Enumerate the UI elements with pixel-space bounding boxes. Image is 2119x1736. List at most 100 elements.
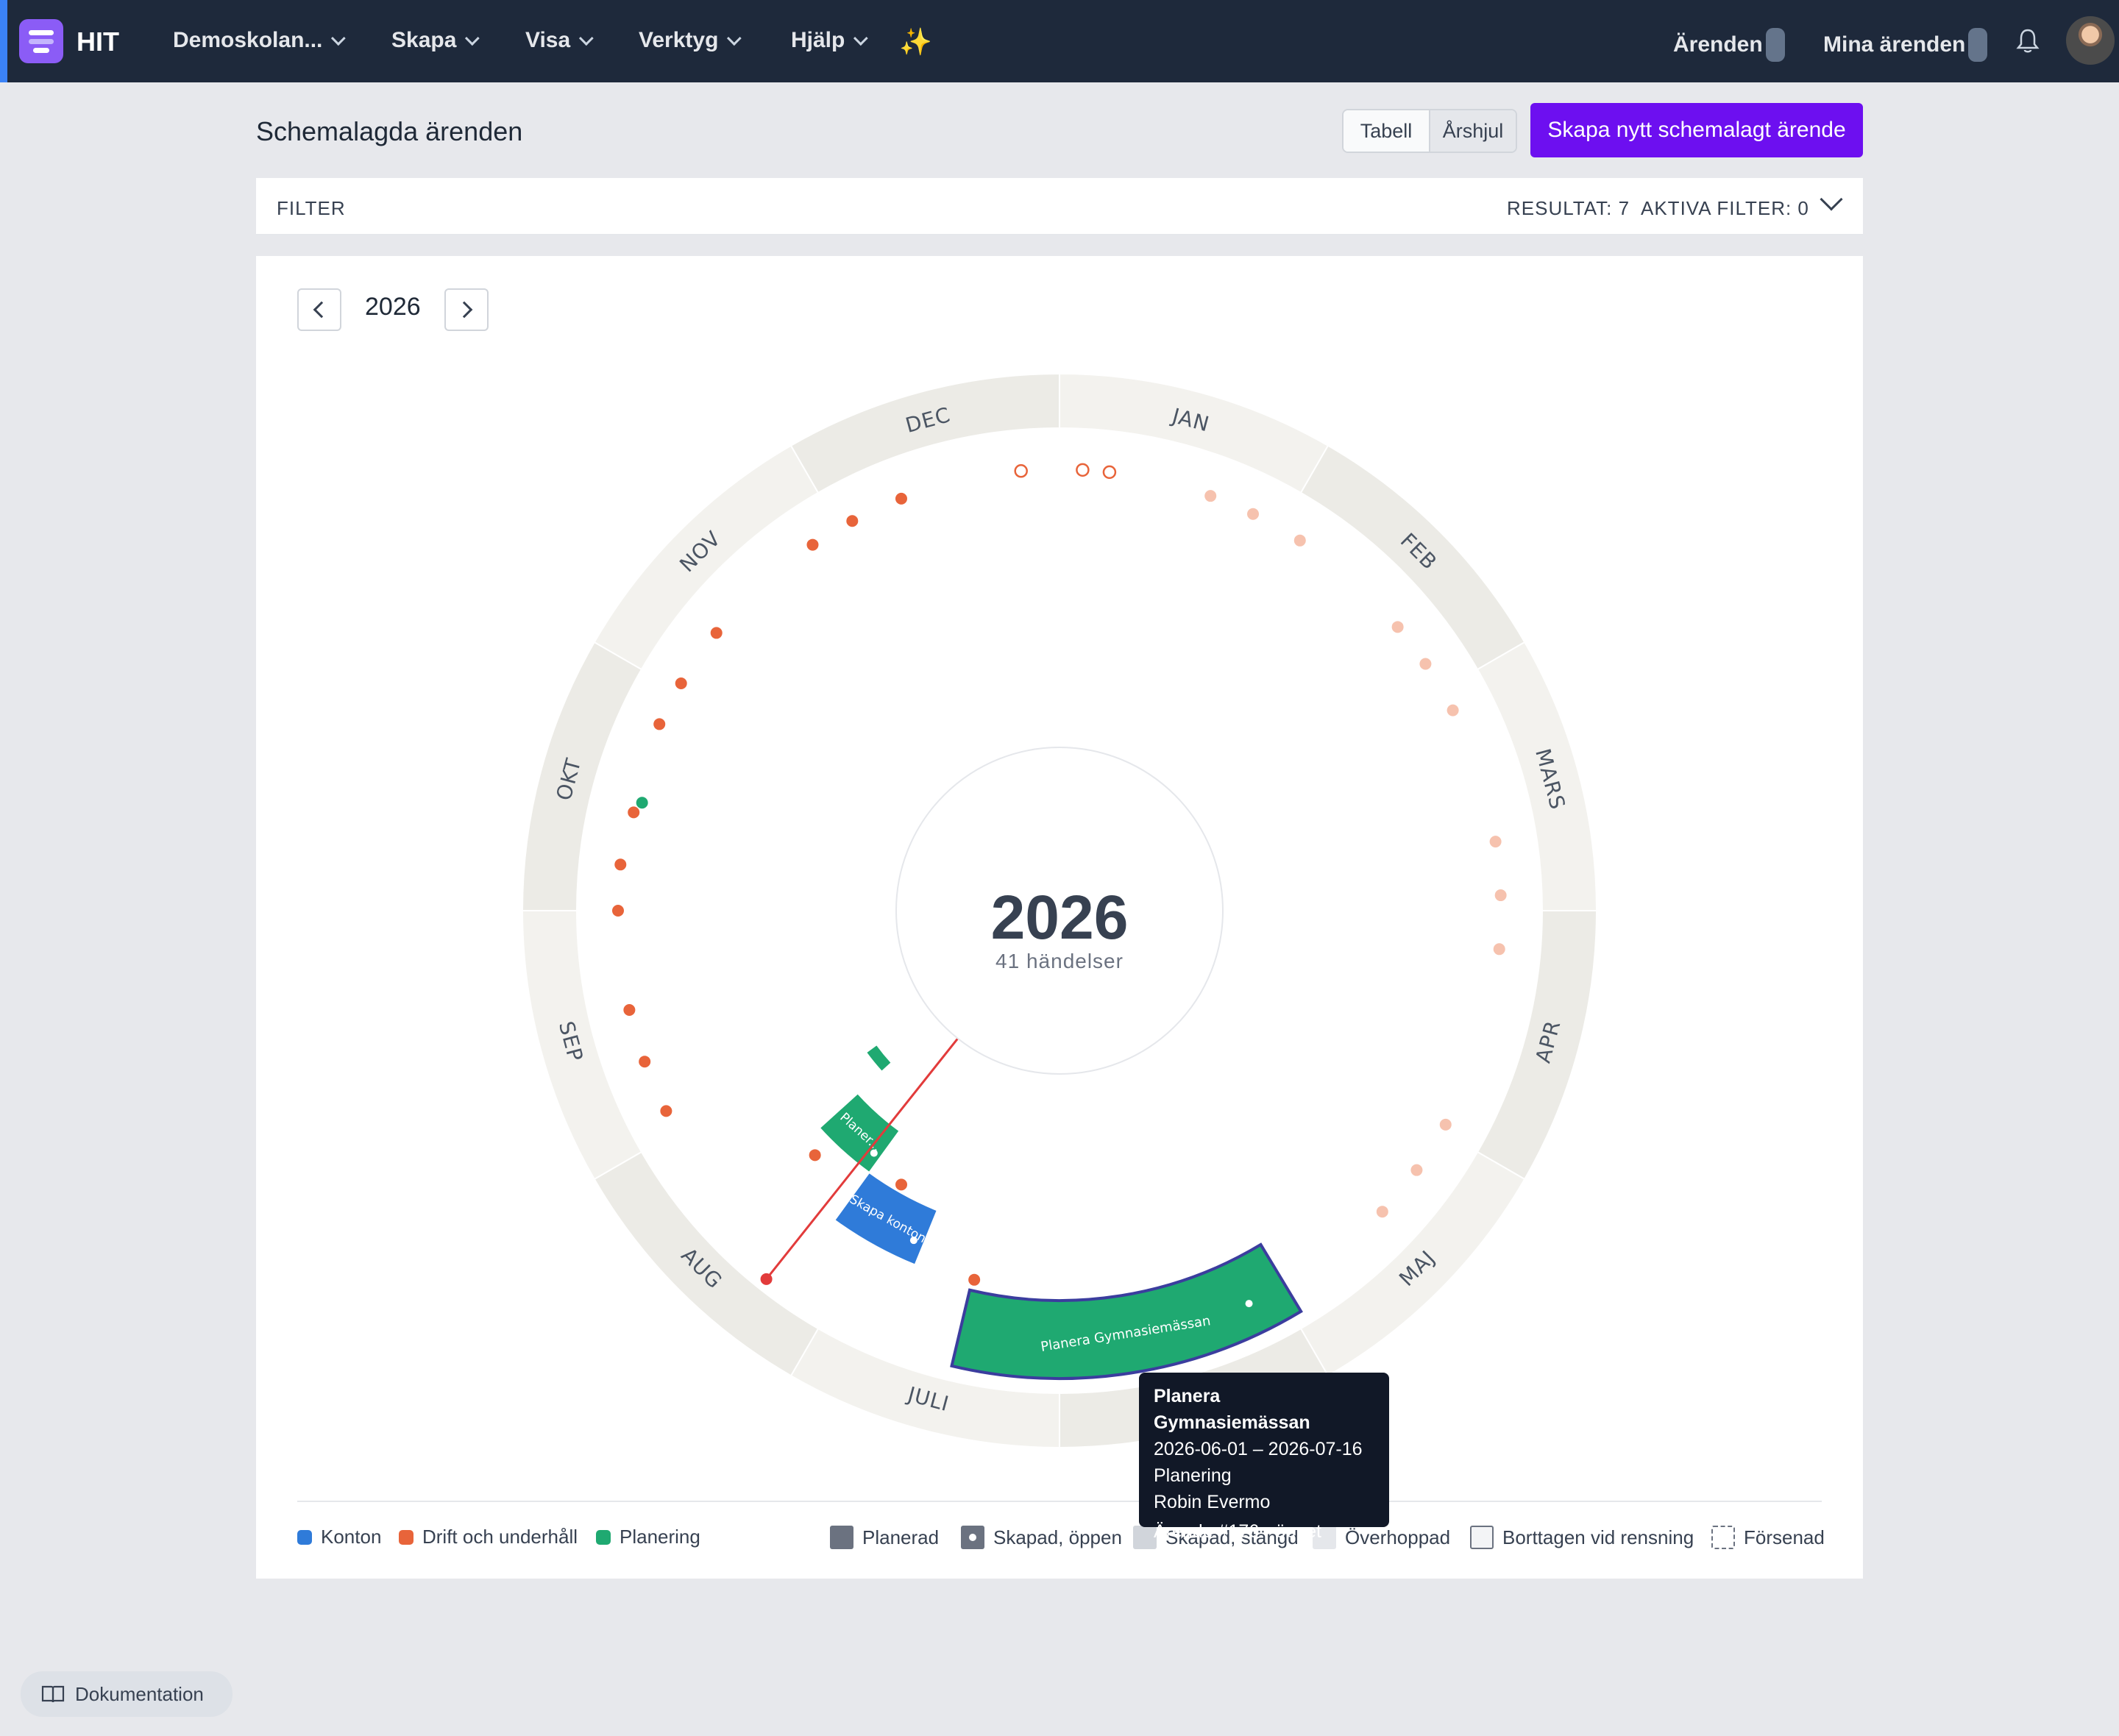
chevron-down-icon[interactable] <box>1820 188 1843 211</box>
event-dot[interactable] <box>1493 943 1505 956</box>
open-status-dot <box>1245 1300 1253 1308</box>
event-dot[interactable] <box>1439 1118 1452 1131</box>
legend-swatch <box>961 1526 984 1549</box>
event-dot[interactable] <box>710 627 723 639</box>
today-line <box>765 1037 959 1280</box>
bell-icon[interactable] <box>2016 28 2040 54</box>
nav-arenden[interactable]: Ärenden <box>1673 28 1785 62</box>
legend-label: Planerad <box>862 1526 940 1548</box>
nav-mina-arenden[interactable]: Mina ärenden <box>1823 28 1988 62</box>
view-toggle: Tabell Årshjul <box>1342 109 1517 153</box>
event-dot[interactable] <box>639 1056 651 1068</box>
result-count: RESULTAT: 7 <box>1507 197 1630 219</box>
sparkle-icon[interactable]: ✨ <box>899 26 932 57</box>
legend-konton: Konton <box>297 1526 381 1548</box>
tooltip-reference: Ärende #176 · öppet <box>1154 1521 1321 1542</box>
event-dot[interactable] <box>1293 534 1306 547</box>
event-dot[interactable] <box>660 1105 672 1117</box>
event-dot[interactable] <box>1489 836 1502 848</box>
create-scheduled-case-button[interactable]: Skapa nytt schemalagt ärende <box>1530 103 1863 157</box>
annual-wheel: JANFEBMARSAPRMAJJUNIJULIAUGSEPOKTNOVDEC … <box>521 372 1598 1449</box>
event-dot[interactable] <box>895 492 907 505</box>
nav-item-visa[interactable]: Visa <box>525 28 594 53</box>
legend-label: Planering <box>620 1526 700 1548</box>
top-navigation-bar: HIT Demoskolan... Skapa Visa Verktyg Hjä… <box>0 0 2119 82</box>
legend-planering: Planering <box>596 1526 700 1548</box>
event-dot[interactable] <box>636 797 648 809</box>
legend-divider <box>297 1501 1822 1502</box>
legend-label: Drift och underhåll <box>422 1526 578 1548</box>
legend-swatch <box>830 1526 853 1549</box>
chevron-down-icon <box>727 31 742 46</box>
event-dot[interactable] <box>1247 508 1260 520</box>
event-dot[interactable] <box>1391 621 1404 633</box>
active-filter-count: AKTIVA FILTER: 0 <box>1641 197 1809 219</box>
center-event-count: 41 händelser <box>995 950 1124 972</box>
nav-mina-arenden-label: Mina ärenden <box>1823 32 1966 57</box>
center-year: 2026 <box>991 883 1129 952</box>
nav-arenden-label: Ärenden <box>1673 32 1763 57</box>
chevron-down-icon <box>465 31 480 46</box>
event-dot[interactable] <box>895 1178 907 1191</box>
event-dot[interactable] <box>809 1149 821 1162</box>
event-tooltip: Planera Gymnasiemässan 2026-06-01 – 2026… <box>1139 1373 1389 1542</box>
nav-item-label: Skapa <box>391 28 457 52</box>
app-logo-icon[interactable] <box>19 19 63 63</box>
user-avatar[interactable] <box>2066 16 2115 65</box>
count-badge <box>1968 28 1988 62</box>
accent-stripe <box>0 0 7 82</box>
event-dot[interactable] <box>623 1003 636 1016</box>
chevron-down-icon <box>331 31 347 46</box>
event-dot[interactable] <box>1102 465 1117 480</box>
view-toggle-tabell[interactable]: Tabell <box>1344 110 1430 152</box>
documentation-button[interactable]: Dokumentation <box>21 1671 233 1717</box>
event-dot[interactable] <box>968 1273 981 1286</box>
legend-label: Konton <box>321 1526 382 1548</box>
nav-item-label: Verktyg <box>639 28 719 52</box>
event-dot[interactable] <box>614 858 627 871</box>
event-dot[interactable] <box>1419 658 1432 670</box>
nav-item-skapa[interactable]: Skapa <box>391 28 480 53</box>
event-dot[interactable] <box>1376 1206 1388 1218</box>
event-dot[interactable] <box>675 677 687 689</box>
chevron-down-icon <box>579 31 594 46</box>
view-toggle-arshjul[interactable]: Årshjul <box>1430 110 1516 152</box>
legend-label: Försenad <box>1744 1526 1825 1548</box>
legend-label: Skapad, öppen <box>993 1526 1122 1548</box>
legend-swatch <box>399 1529 413 1545</box>
nav-item-school[interactable]: Demoskolan... <box>173 28 347 53</box>
filter-bar[interactable]: FILTER RESULTAT: 7 AKTIVA FILTER: 0 <box>256 178 1863 235</box>
event-dot[interactable] <box>846 515 859 527</box>
app-name: HIT <box>77 26 119 57</box>
event-dot[interactable] <box>806 538 819 551</box>
nav-item-label: Hjälp <box>791 28 845 52</box>
legend-swatch <box>1711 1526 1735 1549</box>
event-dot[interactable] <box>612 905 624 917</box>
scheduled-event-bar[interactable] <box>865 1043 893 1073</box>
legend-swatch <box>297 1529 312 1545</box>
event-dot[interactable] <box>1447 704 1459 716</box>
nav-item-verktyg[interactable]: Verktyg <box>639 28 742 53</box>
documentation-label: Dokumentation <box>75 1682 204 1705</box>
event-dot[interactable] <box>628 806 640 819</box>
event-dot[interactable] <box>1410 1164 1423 1176</box>
tooltip-person: Robin Evermo <box>1154 1492 1271 1512</box>
legend-label: Borttagen vid rensning <box>1502 1526 1694 1548</box>
event-dot[interactable] <box>1204 490 1217 502</box>
event-dot[interactable] <box>1014 464 1028 478</box>
today-marker <box>760 1273 773 1285</box>
nav-item-hjalp[interactable]: Hjälp <box>791 28 869 53</box>
tooltip-title: Planera Gymnasiemässan <box>1154 1386 1310 1433</box>
event-dot[interactable] <box>1076 463 1090 477</box>
count-badge <box>1765 28 1785 62</box>
event-dot[interactable] <box>653 718 666 730</box>
tooltip-dates: 2026-06-01 – 2026-07-16 <box>1154 1439 1363 1459</box>
nav-item-label: Demoskolan... <box>173 28 323 52</box>
filter-label: FILTER <box>277 197 346 219</box>
nav-item-label: Visa <box>525 28 571 52</box>
annual-wheel-card: 2026 JANFEBMARSAPRMAJJUNIJULIAUGSEPOKTNO… <box>256 256 1863 1579</box>
open-status-dot <box>909 1237 917 1245</box>
page-title: Schemalagda ärenden <box>256 116 523 146</box>
event-dot[interactable] <box>1494 889 1507 902</box>
legend-borttagen: Borttagen vid rensning <box>1470 1526 1694 1549</box>
